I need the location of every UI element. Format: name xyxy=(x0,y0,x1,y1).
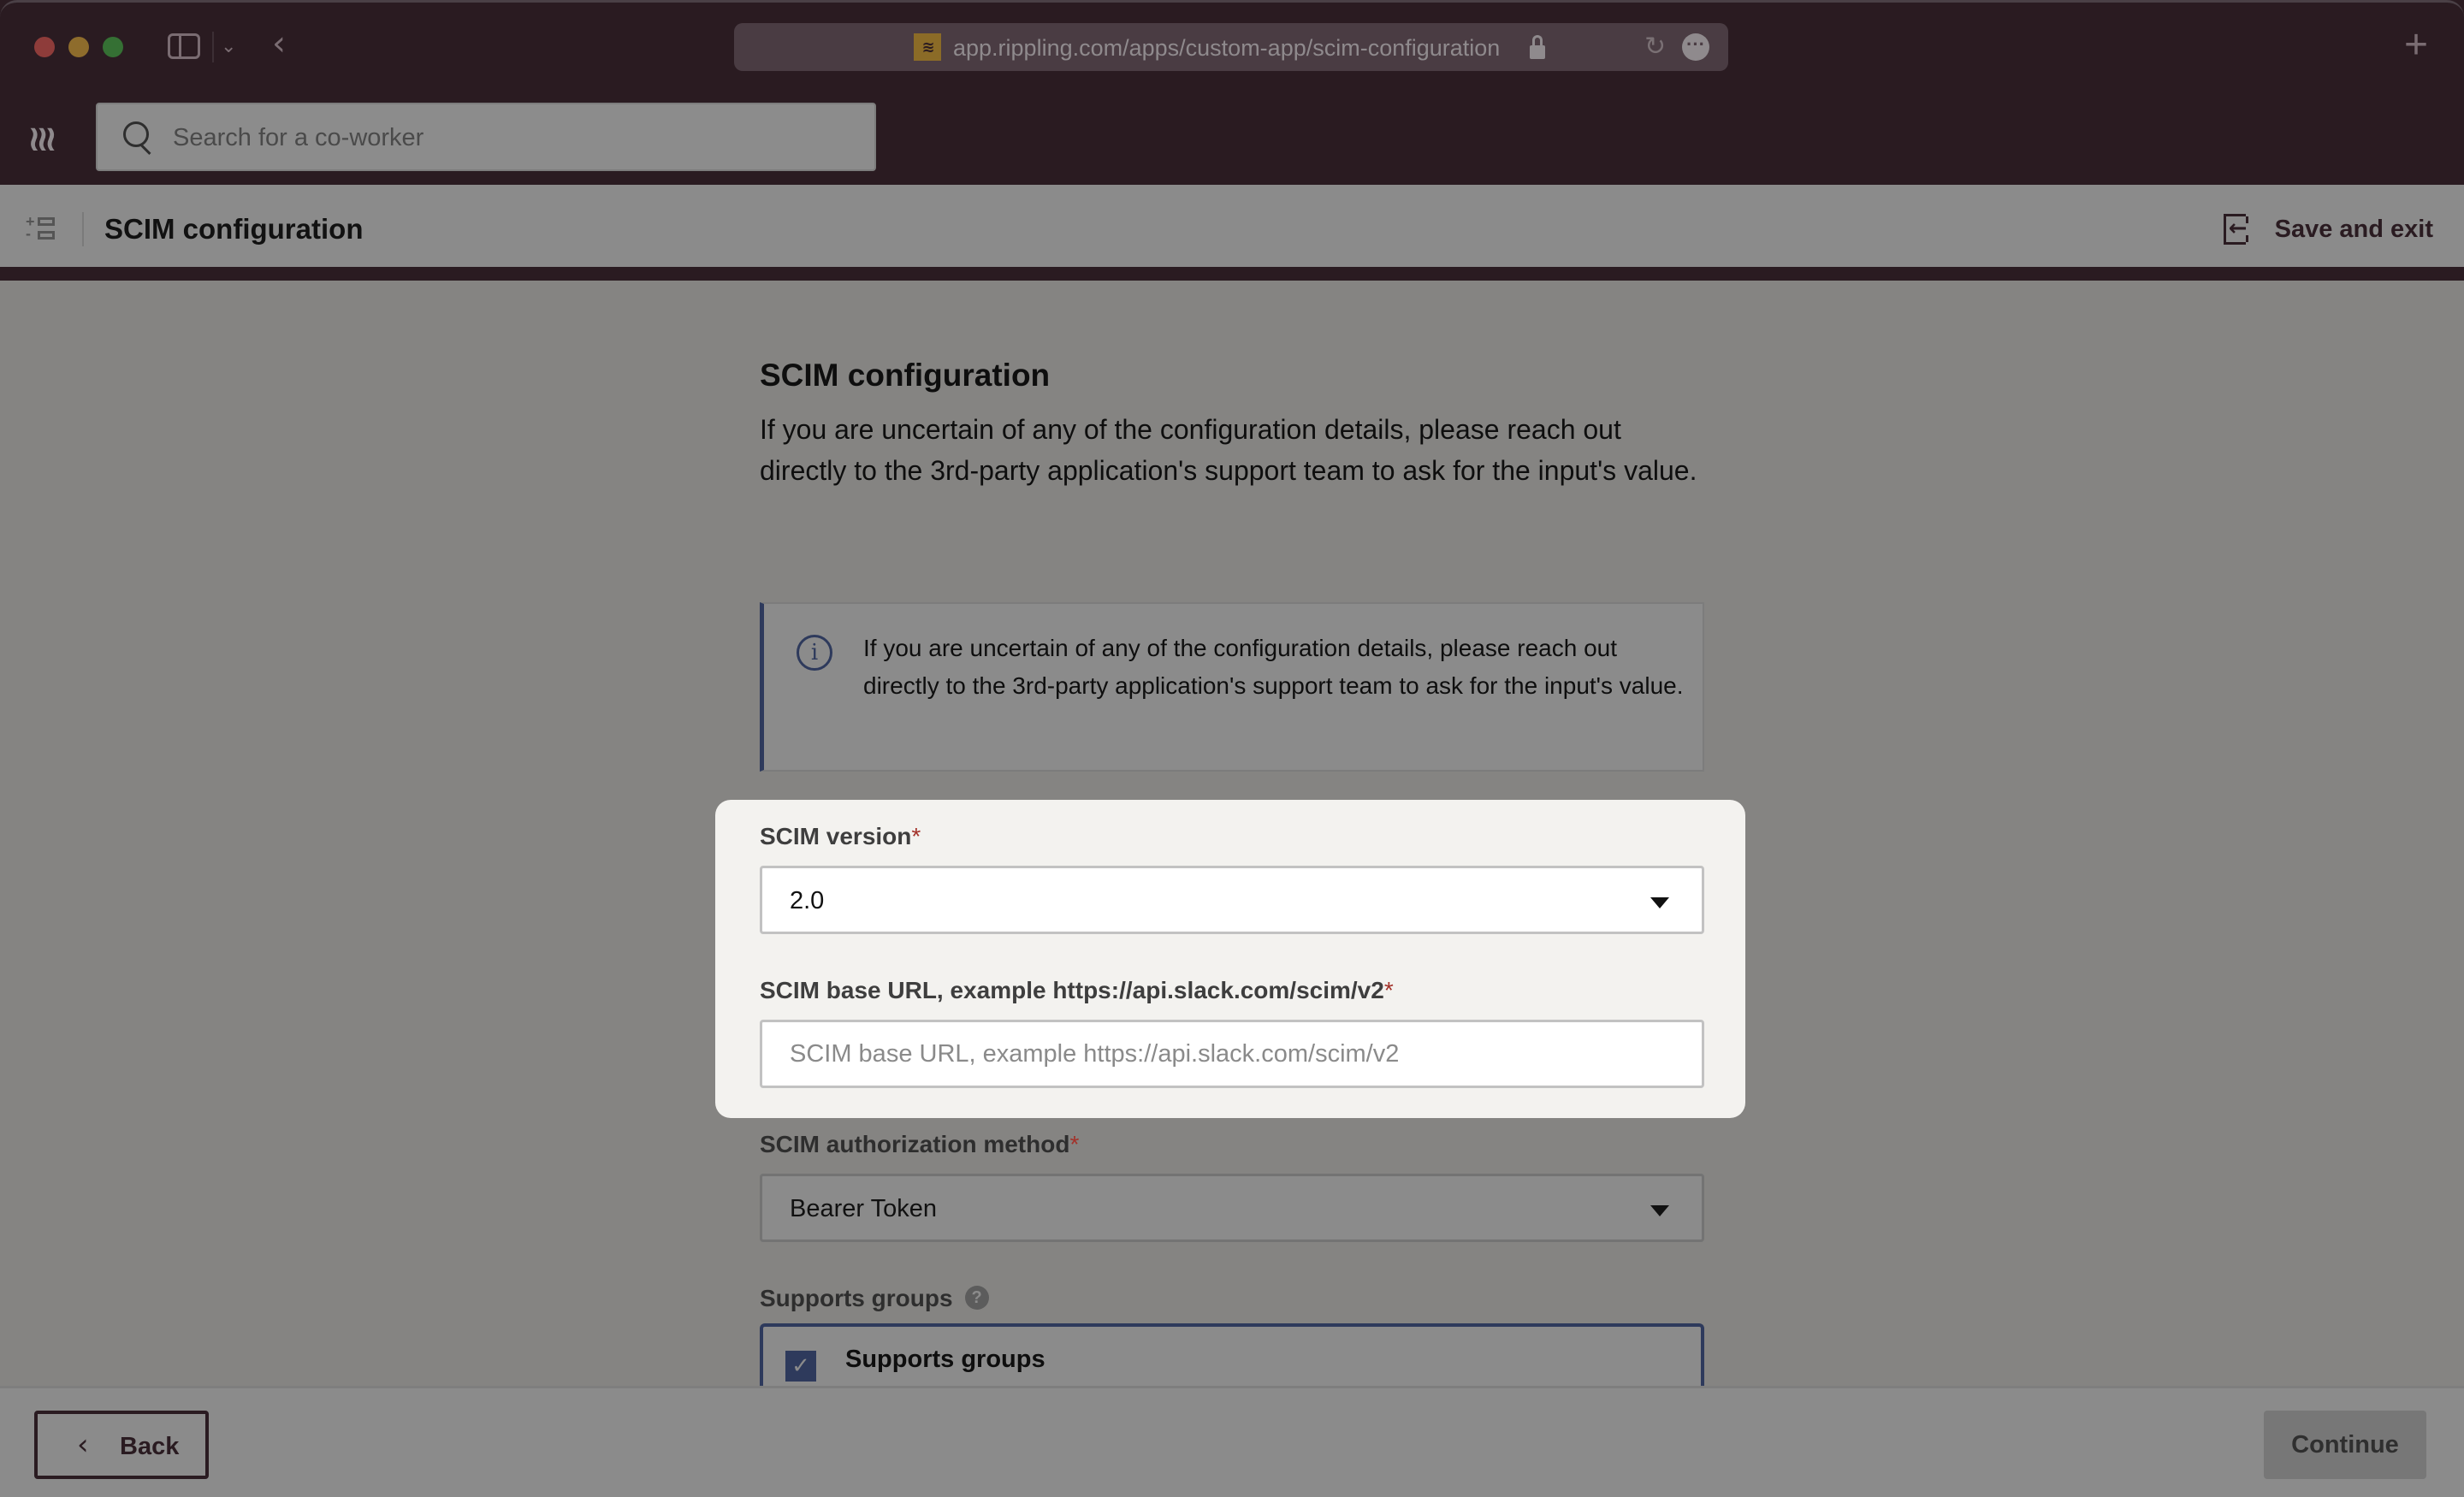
maximize-window-button[interactable] xyxy=(103,37,123,57)
page-header: + - SCIM configuration ← Save and exit xyxy=(0,185,2464,274)
required-mark: * xyxy=(911,823,921,849)
section-description: If you are uncertain of any of the confi… xyxy=(760,414,1697,486)
footer-bar: ‹ Back Continue xyxy=(0,1386,2464,1497)
search-icon xyxy=(123,121,154,156)
save-and-exit-label: Save and exit xyxy=(2274,215,2433,243)
tab-group-chevron-down-icon[interactable]: ⌄ xyxy=(221,35,236,57)
scim-base-url-label: SCIM base URL, example https://api.slack… xyxy=(760,977,1394,1003)
scim-base-url-input[interactable] xyxy=(760,1020,1704,1088)
toolbar-divider xyxy=(212,32,214,62)
address-bar[interactable]: ≋ app.rippling.com/apps/custom-app/scim-… xyxy=(734,23,1728,71)
scim-version-value: 2.0 xyxy=(790,887,825,914)
search-placeholder: Search for a co-worker xyxy=(173,124,424,151)
continue-button[interactable]: Continue xyxy=(2264,1411,2426,1479)
coworker-search-input[interactable]: Search for a co-worker xyxy=(96,103,876,171)
required-mark: * xyxy=(1383,977,1394,1003)
exit-icon: ← xyxy=(2223,214,2254,245)
scim-version-label: SCIM version* xyxy=(760,823,921,849)
save-and-exit-button[interactable]: ← Save and exit xyxy=(2223,210,2433,248)
help-question-icon[interactable]: ? xyxy=(964,1285,989,1310)
scim-version-select[interactable]: 2.0 xyxy=(760,866,1704,934)
new-tab-plus-icon[interactable]: + xyxy=(2404,20,2428,71)
more-options-icon[interactable]: ··· xyxy=(1682,33,1709,61)
scim-auth-method-label: SCIM authorization method* xyxy=(760,1131,1080,1157)
info-icon: i xyxy=(797,635,832,671)
sidebar-toggle-icon[interactable] xyxy=(168,33,200,59)
back-button[interactable]: ‹ Back xyxy=(34,1411,209,1479)
browser-back-icon[interactable]: ‹ xyxy=(272,27,286,61)
supports-groups-checkbox[interactable]: ✓ xyxy=(785,1351,816,1382)
url-text[interactable]: app.rippling.com/apps/custom-app/scim-co… xyxy=(953,35,1500,61)
browser-chrome: ⌄ ‹ ≋ app.rippling.com/apps/custom-app/s… xyxy=(0,0,2464,92)
required-mark: * xyxy=(1069,1131,1080,1157)
info-callout: i If you are uncertain of any of the con… xyxy=(760,602,1704,772)
rippling-logo-icon[interactable]: ≀≀≀ xyxy=(27,121,57,157)
close-window-button[interactable] xyxy=(34,37,55,57)
scim-base-url-field: SCIM base URL, example https://api.slack… xyxy=(760,975,1704,1088)
header-divider xyxy=(82,212,84,246)
scim-version-field: SCIM version* 2.0 xyxy=(760,821,1704,934)
reload-icon[interactable]: ↻ xyxy=(1644,32,1666,62)
caret-down-icon xyxy=(1650,897,1669,908)
supports-groups-checkbox-label: Supports groups xyxy=(845,1346,1045,1373)
rippling-favicon-icon: ≋ xyxy=(914,33,941,61)
minimize-window-button[interactable] xyxy=(68,37,89,57)
section-title: SCIM configuration xyxy=(760,358,1051,393)
caret-down-icon xyxy=(1650,1205,1669,1216)
info-callout-text: If you are uncertain of any of the confi… xyxy=(863,635,1684,699)
chevron-left-icon: ‹ xyxy=(77,1428,89,1462)
supports-groups-label: Supports groups? xyxy=(760,1285,989,1311)
outline-toggle-icon[interactable]: + - xyxy=(26,214,56,241)
scim-auth-method-field: SCIM authorization method* Bearer Token xyxy=(760,1129,1704,1242)
scim-auth-method-value: Bearer Token xyxy=(790,1195,937,1222)
scim-auth-method-select[interactable]: Bearer Token xyxy=(760,1174,1704,1242)
back-label: Back xyxy=(120,1433,180,1460)
page-title: SCIM configuration xyxy=(104,213,364,245)
supports-groups-section: Supports groups? xyxy=(760,1283,1704,1314)
lock-icon xyxy=(1530,35,1545,59)
